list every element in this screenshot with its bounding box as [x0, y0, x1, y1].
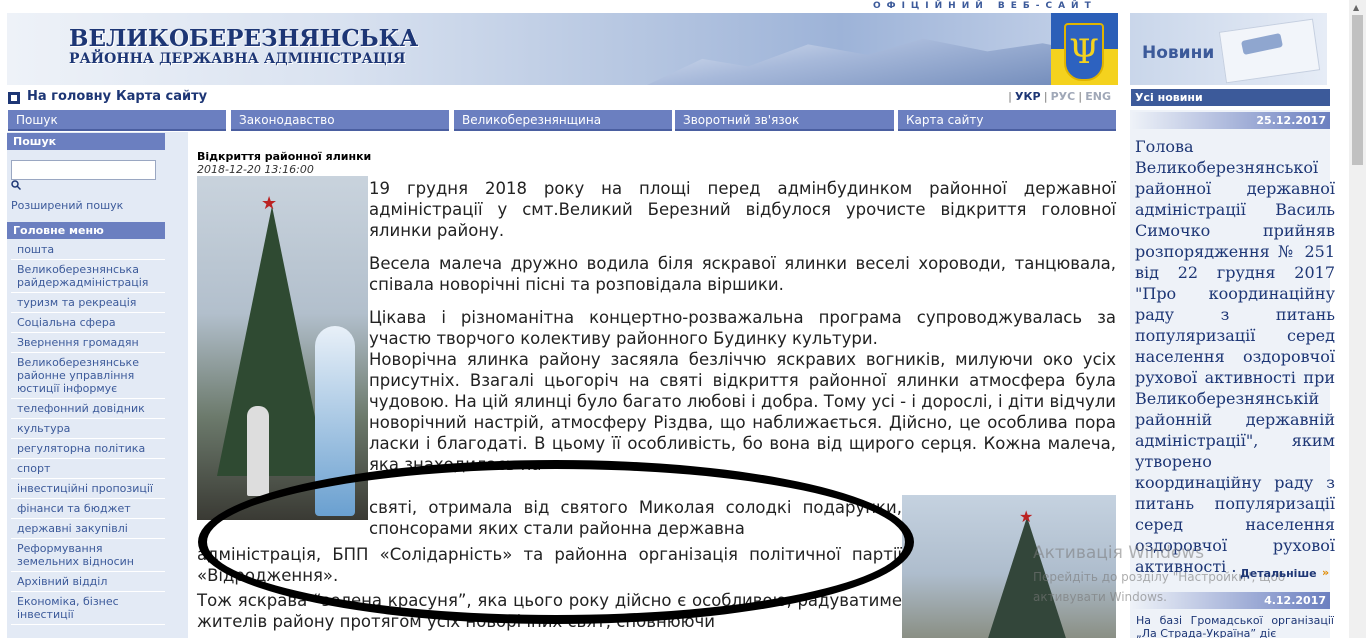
news-header-box: Новини	[1130, 13, 1327, 85]
mountain-image	[647, 38, 1107, 85]
search-input[interactable]	[11, 160, 156, 180]
windows-activation-title: Активація Windows	[1033, 543, 1205, 563]
double-chevron-right-icon[interactable]: »	[1322, 566, 1329, 579]
news-item-text[interactable]: Голова Великоберезнянської районної держ…	[1135, 136, 1335, 577]
sidebar-menu-item[interactable]: фінанси та бюджет	[11, 499, 165, 519]
sidebar-menu-item[interactable]: туризм та рекреація	[11, 293, 165, 313]
page: ОФІЦІЙНИЙ ВЕБ-САЙТ Ψ ВЕЛИКОБЕРЕЗНЯНСЬКА …	[0, 0, 1366, 638]
article-paragraph: Цікава і різноманітна концертно-розважал…	[369, 308, 1116, 348]
nav-region[interactable]: Великоберезнянщина	[454, 110, 672, 131]
article-paragraph-wrap: святі, отримала від святого Миколая соло…	[369, 498, 902, 538]
more-link[interactable]: Детальніше	[1240, 567, 1317, 580]
news-item-text[interactable]: На базі Громадської організації „Ла Стра…	[1136, 614, 1334, 638]
lang-eng[interactable]: ENG	[1082, 90, 1114, 103]
tree-star-icon: ★	[1019, 507, 1034, 526]
saint-nicholas-figure	[315, 326, 355, 516]
site-title: ВЕЛИКОБЕРЕЗНЯНСЬКА	[69, 25, 419, 52]
article-paragraph-wrap2: адміністрація, БПП «Солідарність» та рай…	[197, 545, 902, 585]
scroll-up-icon[interactable]: ▲	[1353, 3, 1359, 12]
article-body: 19 грудня 2018 року на площі перед адмін…	[369, 178, 1116, 475]
lang-ukr[interactable]: УКР	[1012, 90, 1044, 103]
coat-of-arms-icon: Ψ	[1064, 23, 1104, 81]
scrollbar-thumb[interactable]	[1352, 15, 1363, 165]
home-link[interactable]: На головну	[27, 89, 111, 104]
main-menu: пошта Великоберезнянська райдержадміністр…	[11, 240, 165, 625]
article-title[interactable]: Відкриття районної ялинки	[197, 150, 371, 163]
article-paragraph: Новорічна ялинка району засяяла безліччю…	[369, 350, 1116, 474]
article-paragraph: Тож яскрава “зелена красуня”, яка цього …	[197, 591, 902, 631]
sidebar-menu-item[interactable]: Економіка, бізнес інвестиції	[11, 592, 165, 625]
advanced-search-link[interactable]: Розширений пошук	[11, 199, 123, 212]
official-site-label: ОФІЦІЙНИЙ ВЕБ-САЙТ	[873, 1, 1097, 11]
christmas-tree-image	[217, 206, 327, 476]
sidebar-menu-item[interactable]: Соціальна сфера	[11, 313, 165, 333]
all-news-link[interactable]: Усі новини	[1131, 89, 1330, 106]
news-box-label: Новини	[1142, 43, 1215, 63]
article-photo-main: ★	[197, 176, 368, 520]
sidebar-menu-item[interactable]: спорт	[11, 459, 165, 479]
sidebar-menu-item[interactable]: пошта	[11, 240, 165, 260]
tree-star-icon: ★	[261, 193, 278, 214]
language-switcher: | УКР | РУС | ENG	[1008, 90, 1114, 103]
nav-sitemap[interactable]: Карта сайту	[898, 110, 1116, 131]
sidebar-menu-item[interactable]: Великоберезнянське районне управління юс…	[11, 353, 165, 399]
nav-legislation[interactable]: Законодавство	[231, 110, 449, 131]
sitemap-link[interactable]: Карта сайту	[116, 89, 207, 104]
search-icon[interactable]	[11, 180, 21, 190]
sidebar-menu-item[interactable]: державні закупівлі	[11, 519, 165, 539]
article-paragraph: 19 грудня 2018 року на площі перед адмін…	[369, 179, 1116, 240]
main-menu-heading: Головне меню	[7, 222, 165, 239]
sidebar-menu-item[interactable]: телефонний довідник	[11, 399, 165, 419]
nav-feedback[interactable]: Зворотний зв'язок	[675, 110, 894, 131]
sidebar-menu-item[interactable]: Звернення громадян	[11, 333, 165, 353]
article-paragraph: Весела малеча дружно водила біля яскраво…	[369, 254, 1116, 294]
sidebar-menu-item[interactable]: Великоберезнянська райдержадміністрація	[11, 260, 165, 293]
header-banner[interactable]: Ψ ВЕЛИКОБЕРЕЗНЯНСЬКА РАЙОННА ДЕРЖАВНА АД…	[7, 13, 1118, 85]
nav-search[interactable]: Пошук	[8, 110, 226, 131]
child-figure	[247, 406, 269, 496]
sidebar-menu-item[interactable]: Архівний відділ	[11, 572, 165, 592]
search-heading: Пошук	[7, 133, 165, 150]
news-date: 25.12.2017	[1131, 112, 1330, 129]
article-date: 2018-12-20 13:16:00	[197, 163, 314, 176]
sidebar-menu-item[interactable]: регуляторна політика	[11, 439, 165, 459]
sidebar-menu-item[interactable]: культура	[11, 419, 165, 439]
sidebar-menu-item[interactable]: інвестиційні пропозиції	[11, 479, 165, 499]
site-subtitle: РАЙОННА ДЕРЖАВНА АДМІНІСТРАЦІЯ	[69, 51, 406, 67]
lang-rus[interactable]: РУС	[1048, 90, 1079, 103]
sidebar-menu-item[interactable]: Реформування земельних відносин	[11, 539, 165, 572]
paper-image	[1218, 18, 1321, 84]
home-icon[interactable]	[8, 92, 20, 104]
